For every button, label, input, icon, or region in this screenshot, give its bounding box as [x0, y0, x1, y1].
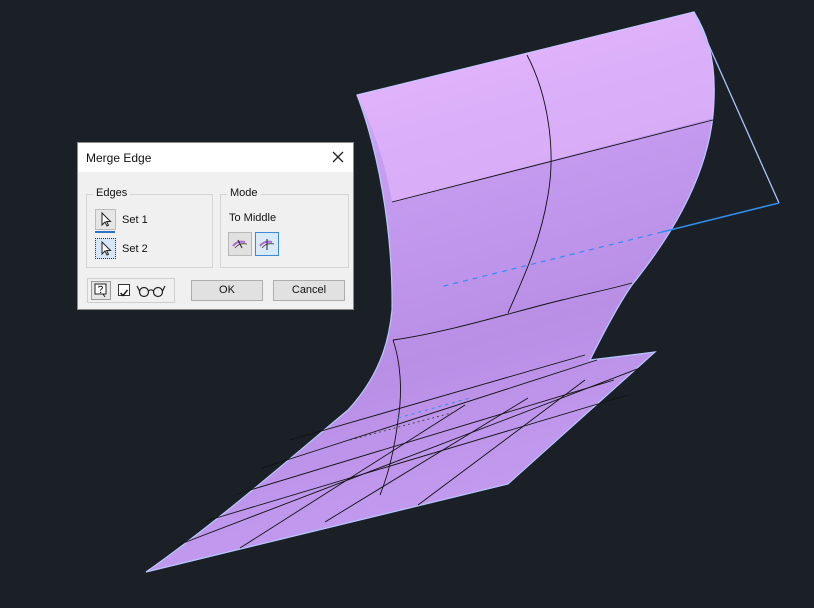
set2-select-button[interactable] [95, 238, 116, 259]
preview-checkbox[interactable] [118, 284, 130, 297]
mode-group-label: Mode [227, 187, 261, 199]
dialog-title: Merge Edge [86, 151, 152, 165]
close-icon[interactable] [329, 148, 347, 166]
check-icon [120, 289, 129, 297]
set1-color-indicator [95, 231, 115, 233]
mode-value: To Middle [229, 212, 277, 224]
mode-merge-left-button[interactable] [228, 232, 252, 256]
set2-label: Set 2 [122, 243, 148, 255]
cursor-arrow-icon [101, 211, 112, 227]
ok-button[interactable]: OK [191, 280, 263, 301]
footer-tools [87, 278, 175, 303]
glasses-icon [136, 285, 166, 298]
merge-left-icon [232, 239, 248, 249]
dialog-titlebar[interactable]: Merge Edge [78, 143, 353, 172]
merge-middle-icon [259, 239, 275, 250]
help-button[interactable] [91, 281, 111, 300]
mode-merge-middle-button[interactable] [255, 232, 279, 256]
set1-label: Set 1 [122, 214, 148, 226]
help-icon [94, 283, 107, 298]
cursor-arrow-icon [101, 240, 112, 256]
set1-select-button[interactable] [95, 209, 116, 230]
cancel-button[interactable]: Cancel [273, 280, 345, 301]
merge-edge-dialog: Merge Edge Edges Set 1 Set 2 Mode To Mid… [77, 142, 354, 310]
mode-group: Mode To Middle [220, 187, 349, 268]
edges-group-label: Edges [93, 187, 131, 199]
edges-group: Edges Set 1 Set 2 [86, 187, 213, 268]
